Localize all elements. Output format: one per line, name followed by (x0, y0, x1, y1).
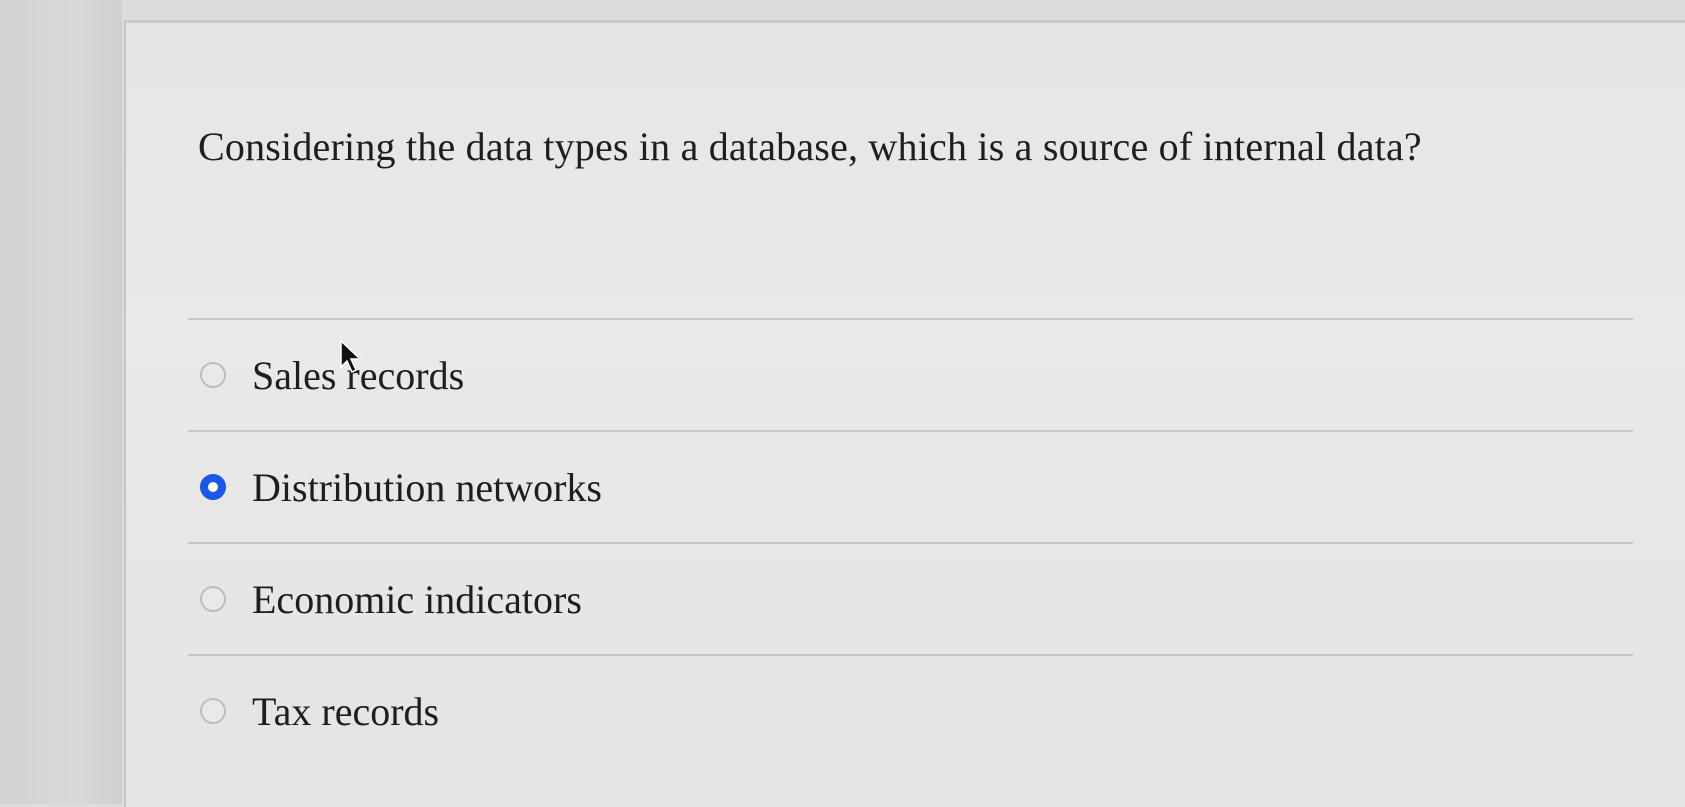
option-sales-records[interactable]: Sales records (188, 320, 1633, 432)
radio-button-unselected[interactable] (200, 362, 226, 388)
left-gutter (0, 0, 122, 804)
option-label: Tax records (252, 688, 440, 734)
question-text: Considering the data types in a database… (198, 124, 1422, 169)
radio-button-selected[interactable] (200, 474, 226, 500)
option-label: Economic indicators (252, 576, 582, 622)
radio-button-unselected[interactable] (200, 698, 226, 724)
option-distribution-networks[interactable]: Distribution networks (188, 432, 1633, 544)
arrow-cursor-icon (340, 339, 362, 374)
option-tax-records[interactable]: Tax records (188, 656, 1633, 766)
answer-options: Sales records Distribution networks Econ… (188, 318, 1633, 766)
option-label: Distribution networks (252, 464, 602, 510)
radio-button-unselected[interactable] (200, 586, 226, 612)
question-panel: Considering the data types in a database… (124, 20, 1685, 807)
option-economic-indicators[interactable]: Economic indicators (188, 544, 1633, 656)
